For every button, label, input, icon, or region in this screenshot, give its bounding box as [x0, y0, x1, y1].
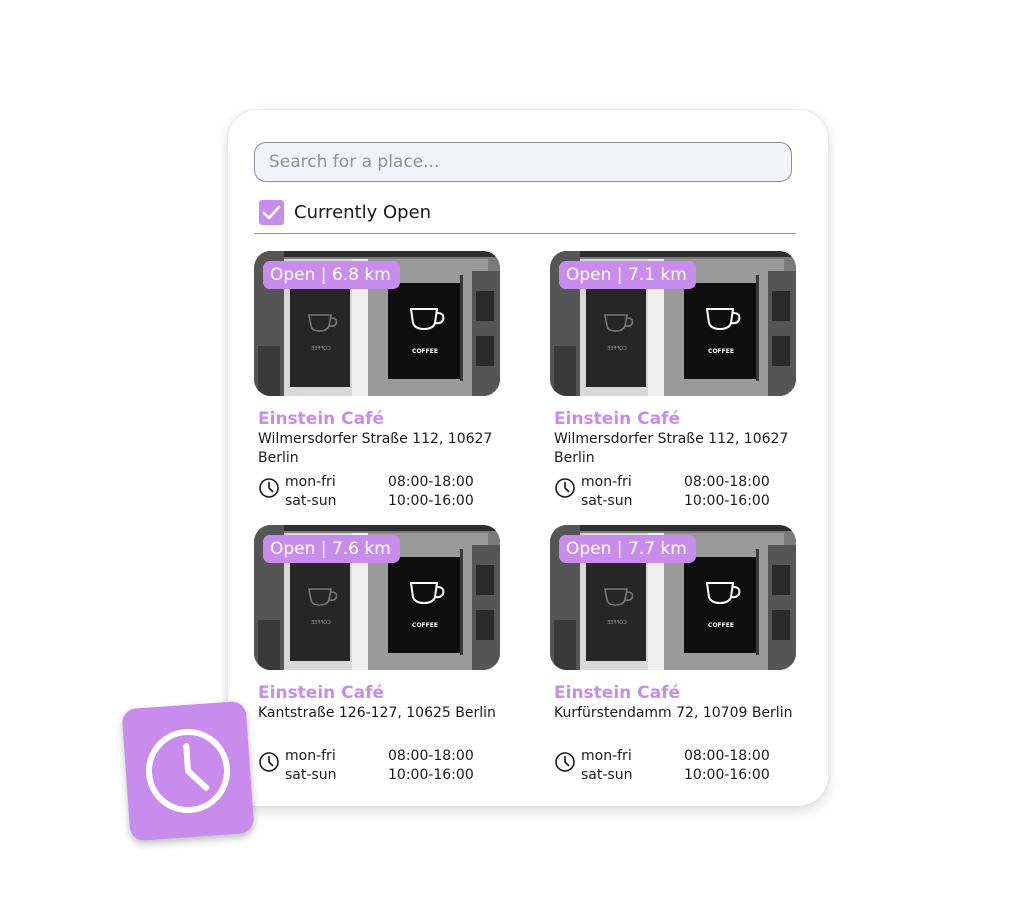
svg-text:COFFEE: COFFEE	[708, 348, 734, 355]
status-distance-badge: Open | 7.1 km	[559, 261, 696, 289]
hours-time: 10:00-16:00	[388, 493, 474, 509]
clock-icon	[259, 478, 279, 498]
cafe-finder-panel: Currently Open	[228, 110, 828, 806]
opening-hours: mon-fri sat-sun 08:00-18:00 10:00-16:00	[554, 473, 770, 511]
status-distance-badge: Open | 7.7 km	[559, 535, 696, 563]
cafe-name[interactable]: Einstein Café	[554, 683, 810, 703]
cafe-card[interactable]: COFFEE COFFEE Open | 7.1 km Einstein Caf…	[550, 251, 810, 521]
cafe-address: Kurfürstendamm 72, 10709 Berlin	[554, 705, 793, 721]
svg-text:COFFEE: COFFEE	[607, 346, 627, 352]
svg-text:COFFEE: COFFEE	[412, 622, 438, 629]
hours-days: mon-fri	[581, 474, 632, 490]
check-icon	[262, 205, 281, 219]
cafe-name[interactable]: Einstein Café	[258, 683, 514, 703]
cafe-card[interactable]: COFFEE COFFEE Open | 7.7 km Einstein Caf…	[550, 525, 810, 785]
cafe-address: Wilmersdorfer Straße 112, 10627 Berlin	[554, 431, 789, 466]
opening-hours: mon-fri sat-sun 08:00-18:00 10:00-16:00	[258, 747, 474, 785]
cafe-name[interactable]: Einstein Café	[554, 409, 810, 429]
svg-text:COFFEE: COFFEE	[607, 620, 627, 626]
divider	[254, 233, 796, 234]
hours-time: 08:00-18:00	[684, 474, 770, 490]
svg-text:COFFEE: COFFEE	[412, 348, 438, 355]
hours-time: 10:00-16:00	[684, 767, 770, 783]
hours-days: sat-sun	[285, 493, 337, 509]
clock-icon	[555, 478, 575, 498]
currently-open-checkbox[interactable]	[259, 199, 284, 225]
cafe-photo: COFFEE COFFEE Open | 7.7 km	[550, 525, 796, 670]
hours-days: sat-sun	[285, 767, 337, 783]
status-distance-badge: Open | 7.6 km	[263, 535, 400, 563]
hours-time: 08:00-18:00	[388, 748, 474, 764]
hours-days: mon-fri	[285, 474, 336, 490]
cafe-address: Kantstraße 126-127, 10625 Berlin	[258, 705, 496, 721]
svg-text:COFFEE: COFFEE	[311, 346, 331, 352]
cafe-address: Wilmersdorfer Straße 112, 10627 Berlin	[258, 431, 493, 466]
hours-time: 08:00-18:00	[684, 748, 770, 764]
hours-time: 10:00-16:00	[388, 767, 474, 783]
svg-text:COFFEE: COFFEE	[311, 620, 331, 626]
hours-days: mon-fri	[581, 748, 632, 764]
hours-time: 08:00-18:00	[388, 474, 474, 490]
opening-hours: mon-fri sat-sun 08:00-18:00 10:00-16:00	[258, 473, 474, 511]
hours-days: mon-fri	[285, 748, 336, 764]
status-distance-badge: Open | 6.8 km	[263, 261, 400, 289]
cafe-photo: COFFEE COFFEE Open | 7.6 km	[254, 525, 500, 670]
svg-text:COFFEE: COFFEE	[708, 622, 734, 629]
hours-days: sat-sun	[581, 493, 633, 509]
cafe-photo: COFFEE COFFEE Open | 7.1 km	[550, 251, 796, 396]
hours-days: sat-sun	[581, 767, 633, 783]
cafe-card[interactable]: COFFEE COFFEE Open | 6.8 km Einstein Caf…	[254, 251, 514, 521]
search-input[interactable]	[254, 142, 792, 182]
currently-open-filter[interactable]: Currently Open	[259, 199, 431, 225]
currently-open-label: Currently Open	[294, 201, 432, 223]
clock-icon	[146, 729, 230, 813]
clock-icon	[259, 752, 279, 772]
cafe-photo: COFFEE COFFEE Open | 6.8 km	[254, 251, 500, 396]
cafe-name[interactable]: Einstein Café	[258, 409, 514, 429]
opening-hours: mon-fri sat-sun 08:00-18:00 10:00-16:00	[554, 747, 770, 785]
hours-time: 10:00-16:00	[684, 493, 770, 509]
clock-badge	[121, 700, 255, 842]
cafe-card[interactable]: COFFEE COFFEE Open | 7.6 km Einstein Caf…	[254, 525, 514, 785]
clock-icon	[555, 752, 575, 772]
